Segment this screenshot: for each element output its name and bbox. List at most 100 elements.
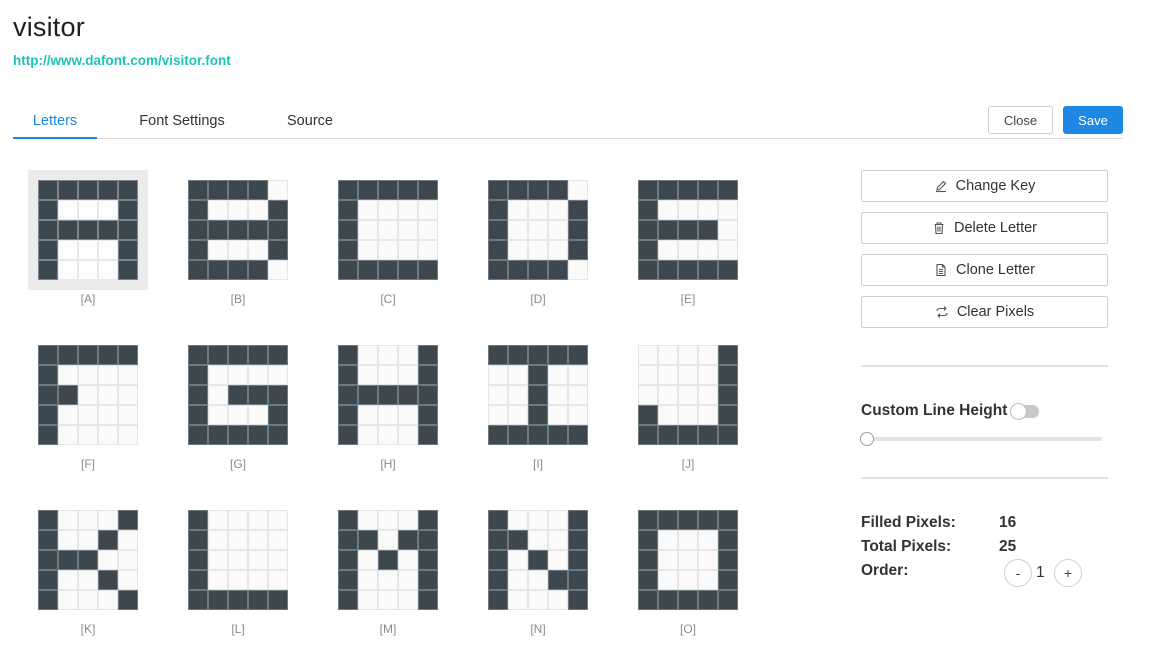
letter-cell[interactable]: [A] [28, 170, 148, 306]
pixel-empty [508, 385, 528, 405]
pixel-filled [418, 385, 438, 405]
pixel-empty [508, 240, 528, 260]
pixel-filled [568, 425, 588, 445]
order-decrement-button[interactable]: - [1004, 559, 1032, 587]
letter-label: [L] [231, 622, 245, 636]
pixel-filled[interactable] [118, 240, 138, 260]
pixel-filled [228, 590, 248, 610]
letter-cell[interactable]: [C] [328, 170, 448, 306]
clear-pixels-button[interactable]: Clear Pixels [861, 296, 1108, 328]
clear-pixels-label: Clear Pixels [956, 304, 1035, 320]
pixel-filled[interactable] [58, 220, 78, 240]
pixel-filled [548, 180, 568, 200]
letter-cell[interactable]: [H] [328, 335, 448, 471]
pixel-filled [658, 425, 678, 445]
pixel-empty [118, 425, 138, 445]
pixel-filled [38, 510, 58, 530]
letter-cell[interactable]: [L] [178, 500, 298, 636]
pixel-filled[interactable] [118, 200, 138, 220]
pixel-filled[interactable] [38, 240, 58, 260]
pixel-filled[interactable] [98, 180, 118, 200]
pixel-empty [268, 510, 288, 530]
pixel-filled [228, 220, 248, 240]
pixel-filled [698, 220, 718, 240]
pixel-filled[interactable] [38, 180, 58, 200]
pixel-empty[interactable] [98, 260, 118, 280]
letter-cell[interactable]: [N] [478, 500, 598, 636]
letter-cell[interactable]: [K] [28, 500, 148, 636]
pixel-empty [58, 570, 78, 590]
letter-cell[interactable]: [J] [628, 335, 748, 471]
pixel-filled [188, 345, 208, 365]
letter-cell[interactable]: [M] [328, 500, 448, 636]
pixel-grid [638, 345, 738, 445]
pixel-empty [718, 220, 738, 240]
pixel-filled [38, 590, 58, 610]
pixel-filled [528, 365, 548, 385]
pixel-grid [188, 180, 288, 280]
pixel-filled [398, 180, 418, 200]
pixel-filled [488, 570, 508, 590]
pixel-empty [268, 550, 288, 570]
pixel-empty[interactable] [58, 240, 78, 260]
pixel-empty [118, 385, 138, 405]
tab-source[interactable]: Source [278, 104, 342, 138]
tab-bar: Letters Font Settings Source [13, 104, 1123, 139]
tab-letters[interactable]: Letters [13, 104, 97, 139]
letter-cell[interactable]: [E] [628, 170, 748, 306]
letter-cell[interactable]: [O] [628, 500, 748, 636]
delete-letter-button[interactable]: Delete Letter [861, 212, 1108, 244]
pixel-empty [378, 240, 398, 260]
pixel-empty[interactable] [58, 260, 78, 280]
pixel-filled [188, 425, 208, 445]
pixel-filled[interactable] [98, 220, 118, 240]
pixel-filled[interactable] [58, 180, 78, 200]
tab-font-settings[interactable]: Font Settings [131, 104, 233, 138]
pixel-filled[interactable] [38, 260, 58, 280]
pixel-filled [188, 550, 208, 570]
clone-letter-button[interactable]: Clone Letter [861, 254, 1108, 286]
change-key-button[interactable]: Change Key [861, 170, 1108, 202]
pixel-filled [678, 425, 698, 445]
letter-cell[interactable]: [D] [478, 170, 598, 306]
pixel-filled[interactable] [118, 260, 138, 280]
pixel-filled [718, 345, 738, 365]
pixel-empty [568, 260, 588, 280]
pixel-empty[interactable] [98, 240, 118, 260]
letter-cell[interactable]: [B] [178, 170, 298, 306]
pixel-filled [488, 530, 508, 550]
close-button[interactable]: Close [988, 106, 1053, 134]
pixel-filled[interactable] [38, 200, 58, 220]
pixel-filled[interactable] [118, 220, 138, 240]
pixel-filled [188, 180, 208, 200]
pixel-filled [548, 260, 568, 280]
pixel-empty[interactable] [78, 260, 98, 280]
line-height-slider-thumb[interactable] [860, 432, 874, 446]
pixel-empty[interactable] [78, 200, 98, 220]
letter-label: [N] [530, 622, 546, 636]
pixel-filled [228, 385, 248, 405]
letter-cell[interactable]: [I] [478, 335, 598, 471]
pixel-filled[interactable] [78, 220, 98, 240]
pixel-filled[interactable] [78, 180, 98, 200]
pixel-empty [548, 200, 568, 220]
order-increment-button[interactable]: + [1054, 559, 1082, 587]
pixel-empty[interactable] [98, 200, 118, 220]
custom-line-height-toggle[interactable] [1010, 403, 1039, 420]
letter-cell[interactable]: [G] [178, 335, 298, 471]
pixel-empty [698, 385, 718, 405]
pixel-empty [358, 365, 378, 385]
pixel-empty[interactable] [78, 240, 98, 260]
pixel-empty [508, 510, 528, 530]
font-source-link[interactable]: http://www.dafont.com/visitor.font [13, 53, 231, 68]
pixel-filled[interactable] [38, 220, 58, 240]
pixel-filled[interactable] [118, 180, 138, 200]
line-height-slider[interactable] [867, 437, 1102, 441]
pixel-filled [208, 590, 228, 610]
pixel-empty [98, 590, 118, 610]
pixel-empty [58, 510, 78, 530]
pixel-empty [718, 200, 738, 220]
pixel-empty[interactable] [58, 200, 78, 220]
letter-cell[interactable]: [F] [28, 335, 148, 471]
save-button[interactable]: Save [1063, 106, 1123, 134]
